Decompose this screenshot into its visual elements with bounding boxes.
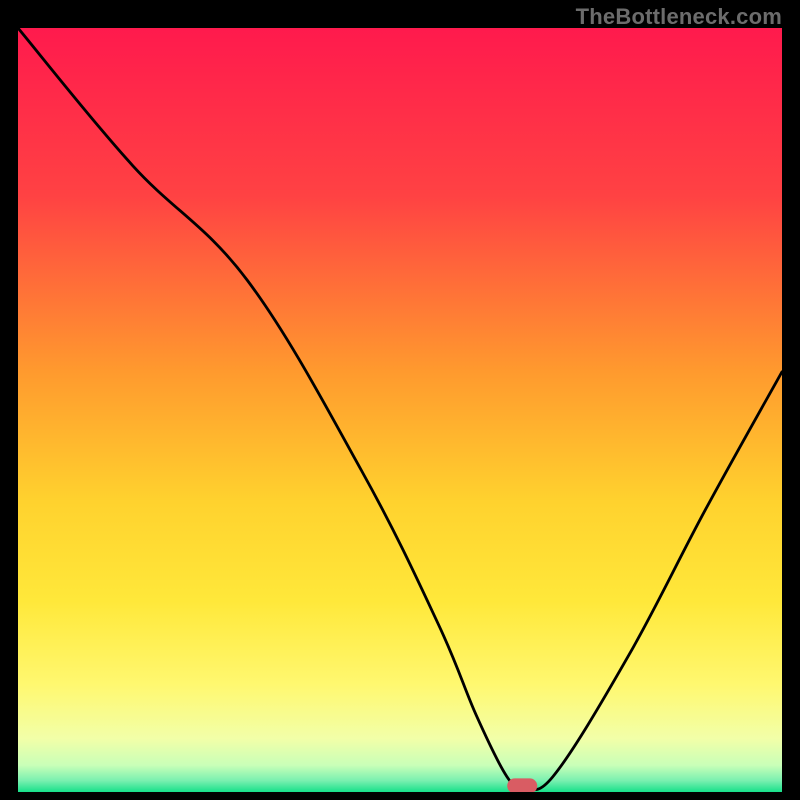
watermark-text: TheBottleneck.com (576, 4, 782, 30)
chart-frame (18, 28, 782, 792)
bottleneck-chart (18, 28, 782, 792)
gradient-background (18, 28, 782, 792)
optimal-point-marker (507, 778, 537, 792)
